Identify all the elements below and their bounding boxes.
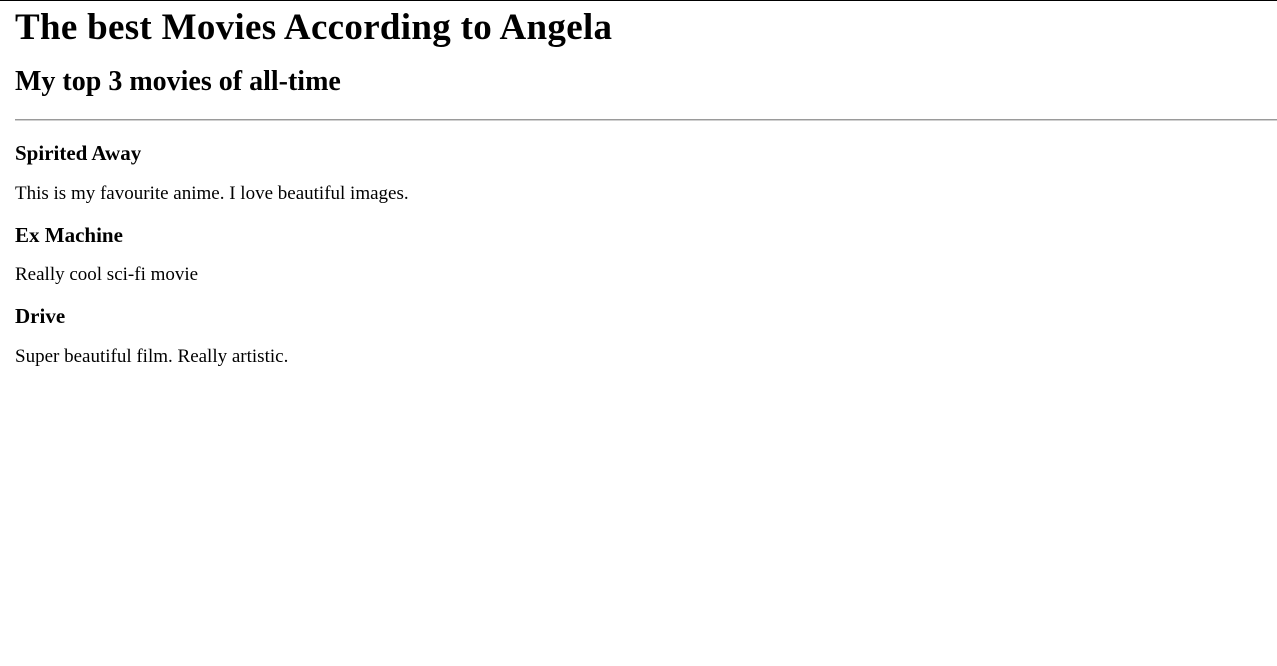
- movie-description: Super beautiful film. Really artistic.: [15, 346, 289, 367]
- movie-title: Spirited Away: [15, 141, 142, 165]
- movie-description: This is my favourite anime. I love beaut…: [15, 183, 409, 204]
- page-title: The best Movies According to Angela: [15, 7, 613, 48]
- page-subtitle: My top 3 movies of all-time: [15, 66, 341, 97]
- window-top-border: [0, 0, 1277, 1]
- movie-title: Ex Machine: [15, 223, 123, 247]
- movie-description: Really cool sci-fi movie: [15, 264, 199, 285]
- movie-title: Drive: [15, 304, 66, 328]
- horizontal-rule: [15, 119, 1277, 121]
